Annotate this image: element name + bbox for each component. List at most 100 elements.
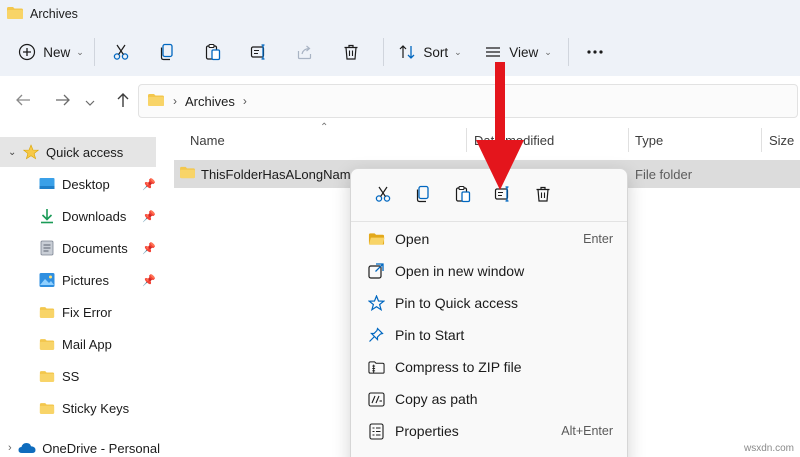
sidebar-item-label: Documents <box>62 240 128 256</box>
context-copy-button[interactable] <box>403 177 443 213</box>
scissors-icon <box>374 185 392 206</box>
chevron-down-icon: ⌄ <box>454 46 462 57</box>
arrow-right-icon <box>55 93 71 110</box>
folder-icon <box>38 400 56 416</box>
sidebar-item-onedrive[interactable]: › OneDrive - Personal <box>0 433 160 457</box>
open-new-window-icon <box>367 262 385 280</box>
folder-icon <box>38 336 56 352</box>
menu-item-pin-start[interactable]: Pin to Start <box>351 319 627 351</box>
copy-button[interactable] <box>147 35 187 69</box>
folder-icon <box>179 166 196 182</box>
sidebar-item-label: Quick access <box>46 144 124 160</box>
menu-item-copy-as-path[interactable]: Copy as path <box>351 383 627 415</box>
arrow-left-icon <box>15 93 31 110</box>
menu-item-label: Pin to Start <box>395 327 465 343</box>
cut-button[interactable] <box>101 35 141 69</box>
scissors-icon <box>112 43 130 61</box>
folder-icon <box>6 6 24 23</box>
zip-icon <box>367 358 385 376</box>
document-icon <box>38 240 56 256</box>
share-button[interactable] <box>285 35 325 69</box>
paste-button[interactable] <box>193 35 233 69</box>
context-cut-button[interactable] <box>363 177 403 213</box>
trash-icon <box>342 43 360 61</box>
chevron-right-icon: › <box>173 94 177 108</box>
star-outline-icon <box>367 294 385 312</box>
column-header-type[interactable]: Type <box>635 126 663 154</box>
sidebar-item-mail-app[interactable]: Mail App <box>0 329 160 359</box>
sidebar-item-ss[interactable]: SS <box>0 361 160 391</box>
menu-item-open[interactable]: Open Enter <box>351 223 627 255</box>
address-row: › Archives › <box>0 76 800 126</box>
sort-label: Sort <box>423 44 449 60</box>
sidebar-item-label: Sticky Keys <box>62 400 130 416</box>
column-divider[interactable] <box>466 128 467 152</box>
sidebar-item-quick-access[interactable]: ⌄ Quick access <box>0 137 156 167</box>
menu-item-pin-quick-access[interactable]: Pin to Quick access <box>351 287 627 319</box>
delete-button[interactable] <box>331 35 371 69</box>
column-divider[interactable] <box>628 128 629 152</box>
sidebar-item-downloads[interactable]: Downloads 📌 <box>0 201 160 231</box>
chevron-down-icon: ⌄ <box>544 46 552 57</box>
copy-icon <box>158 43 176 61</box>
sidebar-item-label: SS <box>62 368 80 384</box>
menu-item-compress-zip[interactable]: Compress to ZIP file <box>351 351 627 383</box>
chevron-right-icon[interactable]: › <box>243 94 247 108</box>
rename-icon <box>250 43 268 61</box>
clipboard-icon <box>454 185 472 206</box>
pin-icon <box>367 326 385 344</box>
window-title: Archives <box>30 7 78 21</box>
properties-icon <box>367 422 385 440</box>
menu-item-shortcut: Enter <box>583 232 613 246</box>
forward-button[interactable] <box>46 84 80 118</box>
back-button[interactable] <box>6 84 40 118</box>
chevron-down-icon: ⌄ <box>76 46 84 57</box>
column-header-name[interactable]: Name <box>190 126 225 154</box>
pin-icon: 📌 <box>142 178 156 191</box>
annotation-arrow <box>476 62 524 190</box>
up-button[interactable] <box>106 84 140 118</box>
cloud-icon <box>18 440 36 456</box>
trash-icon <box>534 185 552 206</box>
context-delete-button[interactable] <box>523 177 563 213</box>
view-label: View <box>509 44 539 60</box>
folder-icon <box>38 304 56 320</box>
chevron-right-icon[interactable]: › <box>8 442 18 454</box>
sidebar-item-pictures[interactable]: Pictures 📌 <box>0 265 160 295</box>
chevron-down-icon[interactable]: ⌄ <box>8 147 22 158</box>
sidebar-item-sticky-keys[interactable]: Sticky Keys <box>0 393 160 423</box>
sidebar-item-label: Fix Error <box>62 304 112 320</box>
sidebar-item-label: OneDrive - Personal <box>42 440 160 456</box>
more-options-button[interactable] <box>575 35 615 69</box>
column-header-size[interactable]: Size <box>769 126 794 154</box>
menu-item-label: Open <box>395 231 430 247</box>
menu-item-open-new-window[interactable]: Open in new window <box>351 255 627 287</box>
rename-button[interactable] <box>239 35 279 69</box>
sidebar-item-label: Pictures <box>62 272 109 288</box>
download-icon <box>38 208 56 224</box>
new-button[interactable]: New ⌄ <box>14 35 88 69</box>
sort-ascending-icon: ⌃ <box>320 122 329 133</box>
sidebar-item-label: Desktop <box>62 176 110 192</box>
watermark: wsxdn.com <box>743 443 794 454</box>
pictures-icon <box>38 272 56 288</box>
menu-item-label: Compress to ZIP file <box>395 359 522 375</box>
recent-locations-button[interactable] <box>80 84 100 118</box>
breadcrumb-archives[interactable]: Archives <box>185 94 235 109</box>
sidebar-item-desktop[interactable]: Desktop 📌 <box>0 169 160 199</box>
more-icon <box>586 49 604 55</box>
sort-button[interactable]: Sort ⌄ <box>390 35 470 69</box>
address-box[interactable]: › Archives › <box>138 84 798 118</box>
pin-icon: 📌 <box>142 242 156 255</box>
chevron-down-icon <box>85 94 95 109</box>
pin-icon: 📌 <box>142 210 156 223</box>
sidebar-item-fix-error[interactable]: Fix Error <box>0 297 160 327</box>
clipboard-icon <box>204 43 222 61</box>
toolbar-divider <box>568 38 569 66</box>
column-divider[interactable] <box>761 128 762 152</box>
sidebar-item-label: Mail App <box>62 336 112 352</box>
folder-open-icon <box>367 230 385 248</box>
sidebar-item-documents[interactable]: Documents 📌 <box>0 233 160 263</box>
menu-item-properties[interactable]: Properties Alt+Enter <box>351 415 627 447</box>
menu-item-label: Properties <box>395 423 459 439</box>
